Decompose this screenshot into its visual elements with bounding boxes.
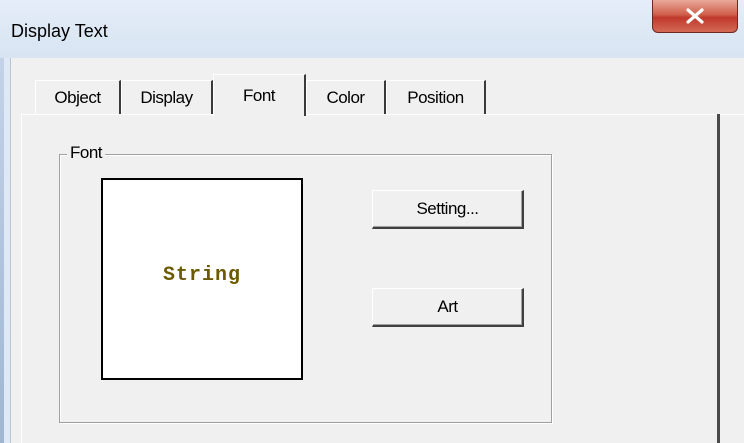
window-title: Display Text	[11, 21, 108, 41]
window-left-edge	[0, 0, 4, 443]
font-preview-box: String	[101, 178, 303, 380]
font-preview-text: String	[162, 264, 241, 287]
title-bar[interactable]: Display Text	[0, 0, 744, 58]
tab-panel-border	[717, 114, 720, 443]
dialog-window: Display Text Object Display Font Color P…	[0, 0, 744, 443]
close-button[interactable]	[652, 0, 738, 33]
tab-object[interactable]: Object	[35, 80, 121, 114]
tab-font[interactable]: Font	[213, 74, 306, 116]
art-button[interactable]: Art	[372, 288, 524, 327]
setting-button[interactable]: Setting...	[372, 190, 524, 229]
close-icon	[685, 8, 705, 24]
font-group-label: Font	[67, 143, 106, 163]
tab-display[interactable]: Display	[121, 80, 213, 114]
tab-color[interactable]: Color	[306, 80, 386, 114]
tab-position[interactable]: Position	[386, 80, 486, 114]
